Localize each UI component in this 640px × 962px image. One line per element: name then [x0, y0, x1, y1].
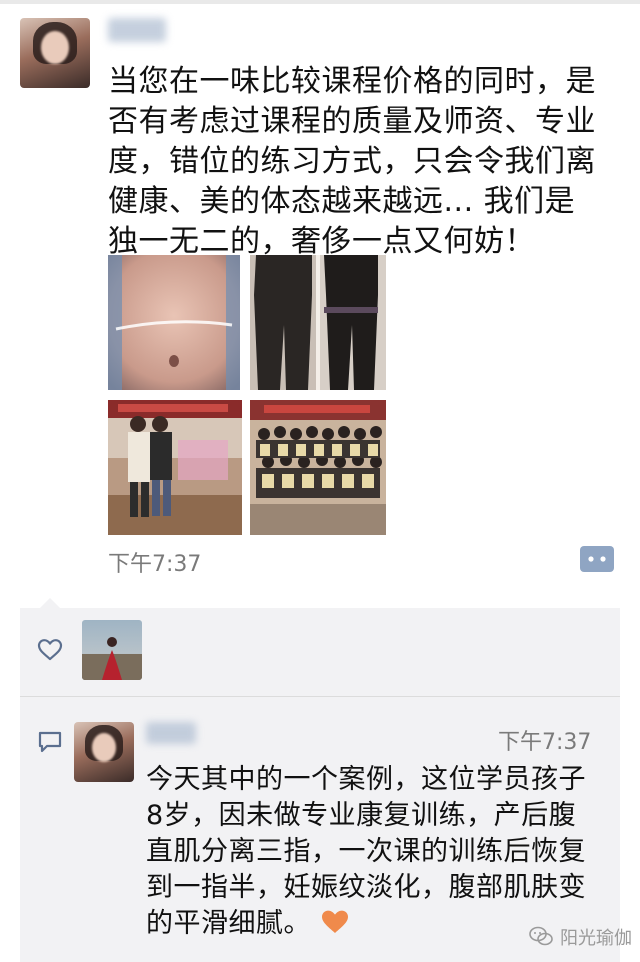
panel-divider: [20, 696, 620, 697]
watermark-text: 阳光瑜伽: [560, 928, 632, 949]
heart-outline-icon: [37, 638, 63, 662]
orange-heart-icon: [320, 908, 350, 936]
post-text: 当您在一味比较课程价格的同时，是否有考虑过课程的质量及师资、专业度，错位的练习方…: [108, 64, 596, 259]
ellipsis-comment-icon: [580, 546, 614, 572]
photo-back-legs[interactable]: [250, 255, 386, 390]
comment-body: 今天其中的一个案例，这位学员孩子8岁，因未做专业康复训练，产后腹直肌分离三指，一…: [146, 764, 586, 939]
panel-notch: [40, 598, 60, 608]
liker-avatar[interactable]: [82, 620, 142, 680]
comment-bubble-icon: [37, 730, 63, 754]
more-actions-button[interactable]: [580, 546, 614, 572]
author-name-blurred[interactable]: [108, 18, 166, 42]
author-avatar[interactable]: [20, 18, 90, 88]
wechat-logo-icon: [528, 924, 554, 948]
commenter-name-blurred[interactable]: [146, 722, 196, 744]
photo-belly[interactable]: [108, 255, 240, 390]
comment-time: 下午7:37: [498, 730, 592, 755]
comment-text: 今天其中的一个案例，这位学员孩子8岁，因未做专业康复训练，产后腹直肌分离三指，一…: [146, 762, 596, 942]
photo-group-certificates[interactable]: [250, 400, 386, 535]
commenter-avatar[interactable]: [74, 722, 134, 782]
photo-two-women[interactable]: [108, 400, 242, 535]
top-edge: [0, 0, 640, 4]
post-time: 下午7:37: [108, 552, 202, 577]
